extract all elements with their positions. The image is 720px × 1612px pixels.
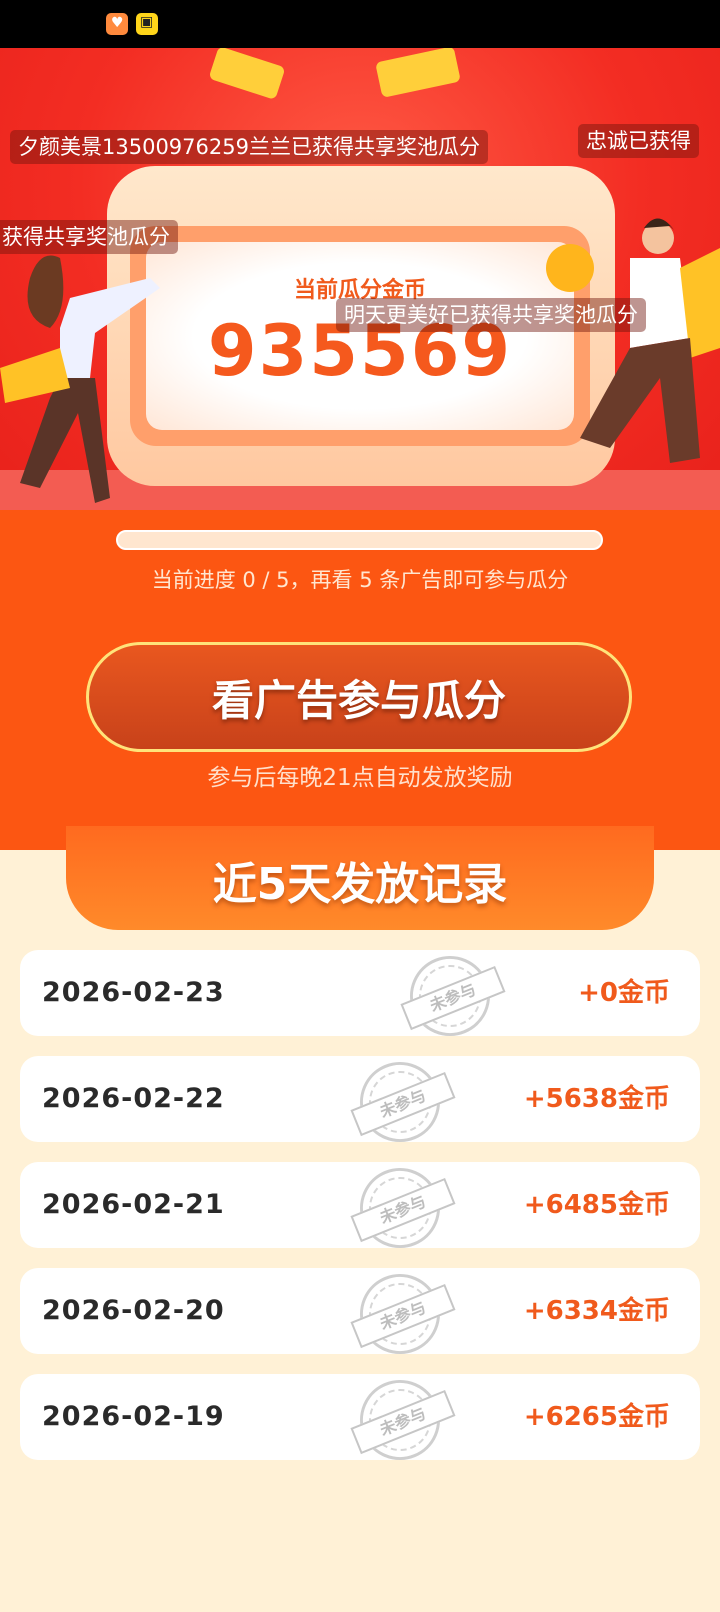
not-participated-stamp-icon: 未参与 (397, 943, 506, 1049)
watch-ad-button[interactable]: 看广告参与瓜分 (86, 642, 632, 752)
record-amount: +6485金币 (523, 1190, 670, 1220)
record-amount: +0金币 (578, 978, 670, 1008)
participation-panel: 当前进度 0 / 5，再看 5 条广告即可参与瓜分 看广告参与瓜分 参与后每晚2… (0, 510, 720, 850)
danmu-message: 夕颜美景13500976259兰兰已获得共享奖池瓜分 (10, 130, 488, 164)
stamp-text: 未参与 (400, 965, 506, 1031)
stamp-text: 未参与 (350, 1177, 456, 1243)
stamp-text: 未参与 (350, 1283, 456, 1349)
record-row: 2026-02-21 未参与 +6485金币 (20, 1155, 700, 1261)
reward-schedule-note: 参与后每晚21点自动发放奖励 (207, 765, 513, 791)
stamp-text: 未参与 (350, 1389, 456, 1455)
record-amount: +6265金币 (523, 1402, 670, 1432)
danmu-message: 获得共享奖池瓜分 (0, 220, 178, 254)
record-date: 2026-02-23 (42, 977, 225, 1008)
not-participated-stamp-icon: 未参与 (347, 1155, 456, 1261)
hero-banner: 当前瓜分金币 935569 夕颜美景13500976259兰兰已获得共享奖池瓜分… (0, 48, 720, 510)
progress-bar (116, 530, 603, 550)
danmu-message: 明天更美好已获得共享奖池瓜分 (336, 298, 646, 332)
not-participated-stamp-icon: 未参与 (347, 1367, 456, 1473)
record-date: 2026-02-21 (42, 1189, 225, 1220)
record-date: 2026-02-22 (42, 1083, 225, 1114)
not-participated-stamp-icon: 未参与 (347, 1261, 456, 1367)
records-title: 近5天发放记录 (212, 859, 508, 910)
progress-text: 当前进度 0 / 5，再看 5 条广告即可参与瓜分 (151, 568, 569, 592)
record-row: 2026-02-19 未参与 +6265金币 (20, 1367, 700, 1473)
ticket-decoration (375, 48, 461, 98)
record-date: 2026-02-19 (42, 1401, 225, 1432)
records-header: 近5天发放记录 (0, 826, 720, 930)
app-notification-icon (106, 13, 128, 35)
record-amount: +6334金币 (523, 1296, 670, 1326)
ticket-decoration (208, 48, 286, 100)
stamp-text: 未参与 (350, 1071, 456, 1137)
danmu-message: 忠诚已获得 (578, 124, 699, 158)
not-participated-stamp-icon: 未参与 (347, 1049, 456, 1155)
record-date: 2026-02-20 (42, 1295, 225, 1326)
record-row: 2026-02-22 未参与 +5638金币 (20, 1049, 700, 1155)
status-bar (0, 0, 720, 48)
record-row: 2026-02-23 未参与 +0金币 (20, 943, 700, 1049)
record-row: 2026-02-20 未参与 +6334金币 (20, 1261, 700, 1367)
records-list: 2026-02-23 未参与 +0金币 2026-02-22 未参与 +5638… (20, 943, 700, 1480)
record-amount: +5638金币 (523, 1084, 670, 1114)
app-notification-icon (136, 13, 158, 35)
